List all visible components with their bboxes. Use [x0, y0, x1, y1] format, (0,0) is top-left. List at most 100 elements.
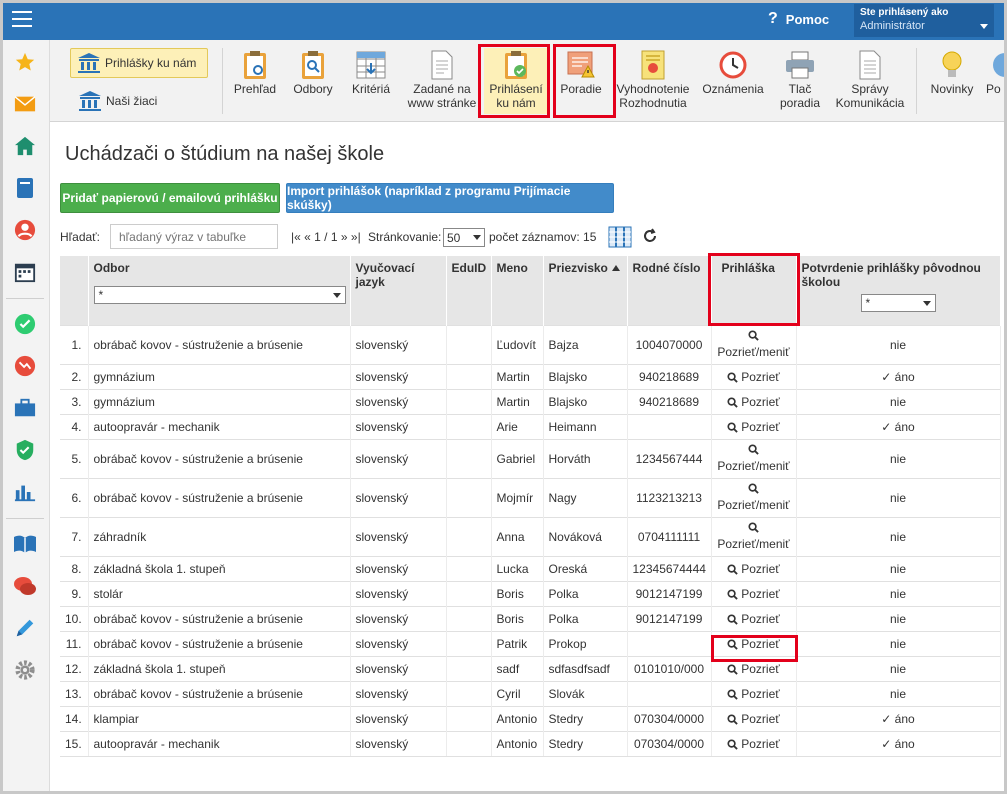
- cell-eduid: [446, 388, 492, 414]
- col-header-priezvisko[interactable]: Priezvisko: [543, 256, 628, 325]
- open-book-icon[interactable]: [13, 532, 37, 556]
- book-icon[interactable]: [13, 176, 37, 200]
- home-icon[interactable]: [13, 134, 37, 158]
- col-header-prihlaska[interactable]: Prihláška: [711, 256, 797, 325]
- cell-rodne: [627, 680, 712, 706]
- cell-jazyk: slovenský: [350, 324, 447, 364]
- cell-jazyk: slovenský: [350, 555, 447, 581]
- star-icon[interactable]: [13, 50, 37, 74]
- potvrdenie-filter-select[interactable]: *: [860, 294, 936, 312]
- help-button[interactable]: ? Pomoc: [768, 10, 829, 28]
- gear-icon[interactable]: [13, 658, 37, 682]
- cell-rodne: 1123213213: [627, 477, 712, 517]
- ribbon-oznamenia[interactable]: Oznámenia: [700, 50, 766, 96]
- cell-rodne: 940218689: [627, 363, 712, 389]
- row-number: 3.: [60, 388, 89, 414]
- view-edit-link[interactable]: Pozrieť/meniť: [717, 443, 791, 474]
- cell-meno: Patrik: [491, 630, 544, 656]
- view-edit-link[interactable]: Pozrieť/meniť: [717, 521, 791, 552]
- ribbon-prihlaseni[interactable]: Prihlásení ku nám: [484, 48, 548, 114]
- envelope-icon[interactable]: [13, 92, 37, 116]
- view-link[interactable]: Pozrieť: [727, 737, 780, 751]
- view-edit-link[interactable]: Pozrieť/meniť: [717, 482, 791, 513]
- hamburger-menu-icon[interactable]: [12, 11, 32, 27]
- shield-check-icon[interactable]: [13, 438, 37, 462]
- pager-next[interactable]: »: [341, 230, 348, 244]
- odbor-filter-select[interactable]: *: [93, 286, 346, 304]
- ribbon-novinky[interactable]: Novinky: [924, 50, 980, 96]
- cell-meno: Martin: [491, 388, 544, 414]
- ribbon-vyhodnotenie[interactable]: Vyhodnotenie Rozhodnutia: [613, 50, 693, 110]
- magnifier-icon: [727, 688, 738, 700]
- application-cell: Pozrieť: [711, 680, 797, 706]
- view-edit-link[interactable]: Pozrieť/meniť: [717, 329, 791, 360]
- view-link[interactable]: Pozrieť: [727, 395, 780, 409]
- application-cell: Pozrieť: [711, 655, 797, 681]
- briefcase-icon[interactable]: [13, 396, 37, 420]
- pager-prev[interactable]: «: [304, 230, 311, 244]
- row-number: 7.: [60, 516, 89, 556]
- view-link[interactable]: Pozrieť: [727, 712, 780, 726]
- cell-odbor: obrábač kovov - sústruženie a brúsenie: [88, 630, 351, 656]
- pen-icon[interactable]: [13, 616, 37, 640]
- check-icon[interactable]: [13, 312, 37, 336]
- application-cell: Pozrieť: [711, 413, 797, 439]
- left-tab-applications[interactable]: Prihlášky ku nám: [70, 48, 208, 78]
- import-applications-button[interactable]: Import prihlášok (napríklad z programu P…: [286, 183, 614, 213]
- view-link[interactable]: Pozrieť: [727, 687, 780, 701]
- columns-icon[interactable]: [608, 226, 632, 248]
- col-header-jazyk[interactable]: Vyučovací jazyk: [350, 256, 447, 325]
- cell-eduid: [446, 516, 492, 556]
- ribbon-prehlad[interactable]: Prehľad: [230, 50, 280, 96]
- refresh-icon[interactable]: [642, 228, 658, 244]
- magnifier-icon: [727, 371, 738, 383]
- view-link[interactable]: Pozrieť: [727, 662, 780, 676]
- ribbon-partial[interactable]: Po: [986, 50, 1007, 96]
- pager-first[interactable]: |«: [291, 230, 301, 244]
- view-link[interactable]: Pozrieť: [727, 370, 780, 384]
- view-link[interactable]: Pozrieť: [727, 562, 780, 576]
- person-icon[interactable]: [13, 218, 37, 242]
- table-row: 15. autoopravár - mechanik slovenský Antoni…: [60, 730, 1001, 757]
- pager-last[interactable]: »|: [351, 230, 361, 244]
- view-link[interactable]: Pozrieť: [727, 612, 780, 626]
- left-tab-students[interactable]: Naši žiaci: [78, 88, 157, 114]
- magnifier-icon: [727, 738, 738, 750]
- cell-priezvisko: Blajsko: [543, 363, 628, 389]
- user-menu[interactable]: Ste prihlásený ako Administrátor: [854, 4, 994, 37]
- col-header-potvrdenie[interactable]: Potvrdenie prihlášky pôvodnou školou *: [796, 256, 1001, 325]
- certificate-icon: [641, 50, 665, 80]
- page-size-select[interactable]: 50: [443, 228, 485, 247]
- calendar-icon[interactable]: [13, 260, 37, 284]
- ribbon-kriteria[interactable]: Kritériá: [346, 50, 396, 96]
- left-tab-label: Prihlášky ku nám: [105, 56, 197, 70]
- view-label: Pozrieť: [741, 636, 780, 651]
- view-link[interactable]: Pozrieť: [727, 587, 780, 601]
- col-header-odbor[interactable]: Odbor *: [88, 256, 351, 325]
- table-row: 3. gymnázium slovenský Martin Blajsko 9402186…: [60, 388, 1001, 414]
- magnifier-icon: [727, 713, 738, 725]
- bar-chart-icon[interactable]: [13, 480, 37, 504]
- col-header-rodne[interactable]: Rodné číslo: [627, 256, 712, 325]
- cell-jazyk: slovenský: [350, 605, 447, 631]
- chat-icon[interactable]: [13, 574, 37, 598]
- ribbon-zadane[interactable]: Zadané na www stránke: [404, 50, 480, 110]
- magnifier-icon: [727, 396, 738, 408]
- ribbon-tlac[interactable]: Tlač poradia: [772, 50, 828, 110]
- magnifier-icon: [727, 588, 738, 600]
- ribbon-label: Poradie: [560, 82, 602, 96]
- cell-priezvisko: Nováková: [543, 516, 628, 556]
- col-header-eduid[interactable]: EduID: [446, 256, 492, 325]
- col-header-num: [60, 256, 89, 325]
- col-header-meno[interactable]: Meno: [491, 256, 544, 325]
- search-input[interactable]: [110, 224, 278, 249]
- ribbon-odbory[interactable]: Odbory: [288, 50, 338, 96]
- add-application-button[interactable]: Pridať papierovú / emailovú prihlášku: [60, 183, 280, 213]
- top-bar: ? Pomoc Ste prihlásený ako Administrátor: [0, 0, 1007, 40]
- chart-down-icon[interactable]: [13, 354, 37, 378]
- view-link[interactable]: Pozrieť: [727, 420, 780, 434]
- view-link[interactable]: Pozrieť: [727, 637, 780, 651]
- cell-eduid: [446, 730, 492, 757]
- ribbon-spravy[interactable]: Správy Komunikácia: [832, 50, 908, 110]
- ribbon-poradie[interactable]: Poradie: [555, 50, 607, 96]
